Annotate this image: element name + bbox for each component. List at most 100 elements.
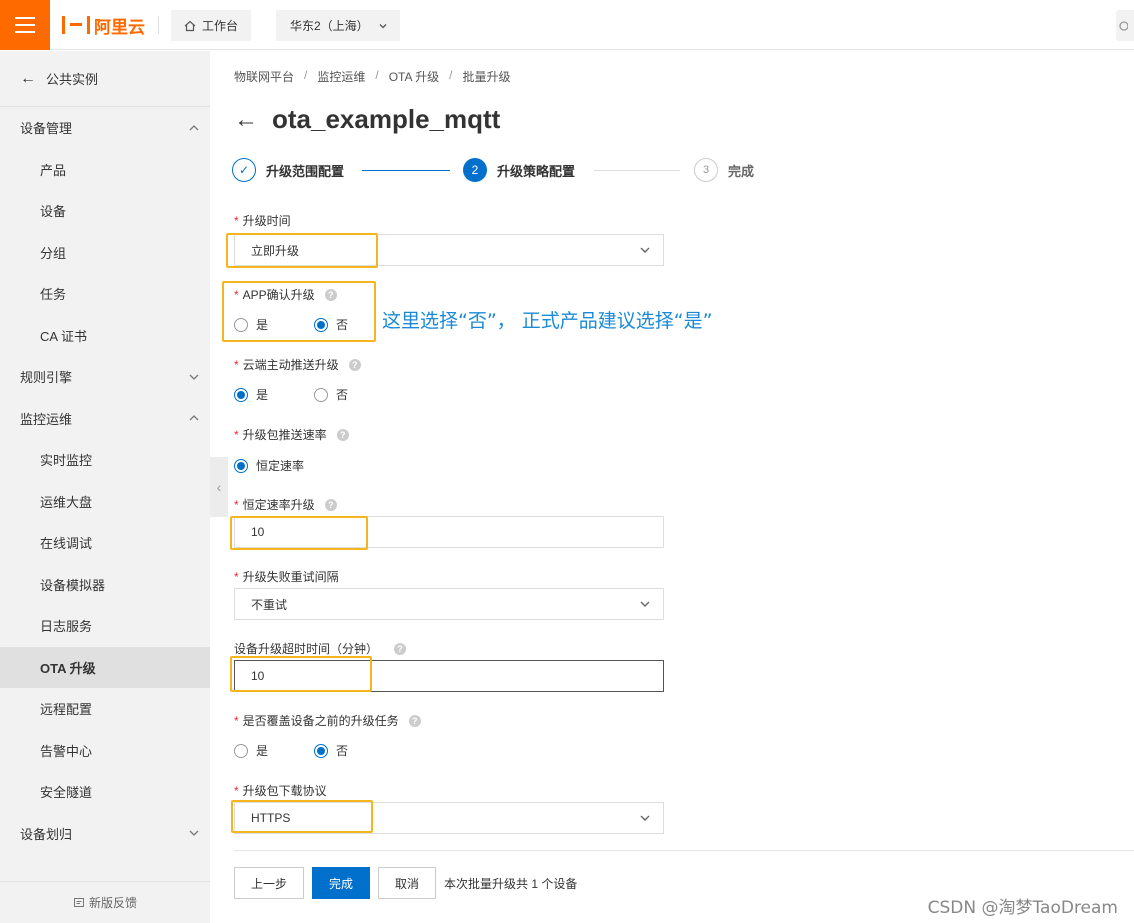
sidebar-item[interactable]: 安全隧道 <box>0 771 210 813</box>
label-text: 升级失败重试间隔 <box>242 570 339 584</box>
required-mark: * <box>234 213 239 228</box>
upgrade-time-select[interactable]: 立即升级 <box>234 234 664 266</box>
sidebar-item[interactable]: 在线调试 <box>0 522 210 564</box>
sidebar-item-label: 设备模拟器 <box>40 577 106 593</box>
sidebar-item-label: 告警中心 <box>40 743 93 759</box>
label-text: 恒定速率升级 <box>242 498 315 512</box>
back-to-instances-link[interactable]: ← 公共实例 <box>0 51 210 107</box>
radio-no[interactable]: 否 <box>314 742 348 759</box>
sidebar-item-label: 实时监控 <box>40 453 93 469</box>
finish-button[interactable]: 完成 <box>312 867 370 899</box>
help-icon[interactable]: ? <box>324 288 337 301</box>
label-text: 设备升级超时时间（分钟） <box>234 642 379 656</box>
help-icon[interactable]: ? <box>394 642 407 655</box>
radio-yes[interactable]: 是 <box>234 316 268 333</box>
feedback-icon <box>73 897 84 907</box>
back-arrow-icon[interactable]: ← <box>234 106 258 134</box>
sidebar: ← 公共实例 设备管理 产品设备分组 任务 CA 证书规则引擎监控运维实时监控运维大盘… <box>0 51 210 923</box>
sidebar-group[interactable]: 设备管理 <box>0 107 210 149</box>
chevron-down-icon <box>640 601 650 607</box>
sidebar-item[interactable]: 运维大盘 <box>0 481 210 523</box>
help-icon[interactable]: ? <box>336 428 349 441</box>
required-mark: * <box>234 357 239 372</box>
prev-step-button[interactable]: 上一步 <box>234 867 304 899</box>
help-icon[interactable]: ? <box>324 498 337 511</box>
sidebar-item[interactable]: 设备模拟器 <box>0 564 210 606</box>
sidebar-group[interactable]: 设备划归 <box>0 813 210 855</box>
logo-text: 阿里云 <box>94 17 145 37</box>
workbench-button[interactable]: 工作台 <box>171 10 251 41</box>
cloud-push-label: * 云端主动推送升级 ? <box>234 356 361 373</box>
sidebar-item[interactable]: 产品 <box>0 149 210 191</box>
breadcrumb-item[interactable]: OTA 升级 <box>389 68 439 85</box>
sidebar-item-label: 在线调试 <box>40 536 93 552</box>
radio-dot <box>234 458 248 473</box>
select-value: 不重试 <box>251 597 288 612</box>
protocol-select[interactable]: HTTPS <box>234 802 664 834</box>
required-mark: * <box>234 713 239 728</box>
breadcrumb-item[interactable]: 物联网平台 <box>234 68 294 85</box>
region-selector[interactable]: 华东2（上海） <box>276 10 400 41</box>
step-finish: 3 完成 <box>694 158 754 182</box>
radio-dot <box>314 387 329 402</box>
upgrade-summary: 本次批量升级共 1 个设备 <box>444 875 577 892</box>
label-text: 升级时间 <box>242 214 291 228</box>
radio-no[interactable]: 否 <box>314 316 348 333</box>
sidebar-item[interactable]: CA 证书 <box>0 315 210 357</box>
sidebar-menu: 设备管理 产品设备分组 任务 CA 证书规则引擎监控运维实时监控运维大盘在线调试设备模… <box>0 107 210 854</box>
sidebar-item[interactable]: 实时监控 <box>0 439 210 481</box>
sidebar-group[interactable]: 监控运维 <box>0 398 210 440</box>
sidebar-item[interactable]: 分组 <box>0 232 210 274</box>
label-text: 云端主动推送升级 <box>242 358 339 372</box>
chevron-down-icon <box>189 830 199 837</box>
sidebar-item-label: 运维大盘 <box>40 494 93 510</box>
search-box[interactable] <box>1116 10 1134 41</box>
sidebar-item-label: 规则引擎 <box>20 370 73 386</box>
feedback-button[interactable]: 新版反馈 <box>0 881 210 923</box>
retry-interval-select[interactable]: 不重试 <box>234 588 664 620</box>
sidebar-item[interactable]: 告警中心 <box>0 730 210 772</box>
sidebar-item-label: 设备划归 <box>20 826 73 842</box>
radio-yes[interactable]: 是 <box>234 742 268 759</box>
input-value: 10 <box>251 525 265 539</box>
breadcrumb-item[interactable]: 监控运维 <box>317 68 365 85</box>
radio-yes[interactable]: 是 <box>234 386 268 403</box>
sidebar-item[interactable]: 远程配置 <box>0 688 210 730</box>
cancel-button[interactable]: 取消 <box>378 867 436 899</box>
chevron-up-icon <box>189 415 199 421</box>
radio-label: 否 <box>336 318 349 332</box>
radio-constant-rate[interactable]: 恒定速率 <box>234 457 304 474</box>
search-icon <box>1119 20 1128 31</box>
required-mark: * <box>234 427 239 442</box>
step-label: 升级策略配置 <box>497 163 576 179</box>
select-value: HTTPS <box>251 811 291 825</box>
radio-label: 恒定速率 <box>256 459 305 473</box>
sidebar-item[interactable]: 任务 <box>0 273 210 315</box>
sidebar-item[interactable]: OTA 升级 <box>0 646 210 688</box>
sidebar-group[interactable]: 规则引擎 <box>0 356 210 398</box>
sidebar-item[interactable]: 日志服务 <box>0 605 210 647</box>
push-rate-label: * 升级包推送速率 ? <box>234 426 349 443</box>
breadcrumb-separator: / <box>375 68 379 82</box>
breadcrumb: 物联网平台 / 监控运维 / OTA 升级 / 批量升级 <box>234 68 511 85</box>
constant-rate-input[interactable]: 10 <box>234 516 664 548</box>
radio-dot <box>314 317 329 332</box>
help-icon[interactable]: ? <box>408 714 421 727</box>
aliyun-logo[interactable]: 阿里云 <box>62 14 145 37</box>
radio-label: 是 <box>256 318 269 332</box>
step-label: 升级范围配置 <box>266 163 345 179</box>
chevron-down-icon <box>379 23 387 28</box>
sidebar-collapse-handle[interactable]: ‹ <box>210 457 228 517</box>
chevron-left-icon: ‹ <box>216 479 222 495</box>
help-icon[interactable]: ? <box>348 358 361 371</box>
hamburger-menu-icon[interactable] <box>0 0 50 50</box>
radio-dot <box>314 743 329 758</box>
radio-label: 是 <box>256 388 269 402</box>
select-value: 立即升级 <box>251 243 300 258</box>
timeout-input[interactable]: 10 <box>234 660 664 692</box>
radio-no[interactable]: 否 <box>314 386 348 403</box>
radio-label: 否 <box>336 388 349 402</box>
sidebar-item[interactable]: 设备 <box>0 190 210 232</box>
sidebar-item-label: 设备 <box>40 204 67 220</box>
top-bar: 阿里云 工作台 华东2（上海） <box>0 0 1134 50</box>
